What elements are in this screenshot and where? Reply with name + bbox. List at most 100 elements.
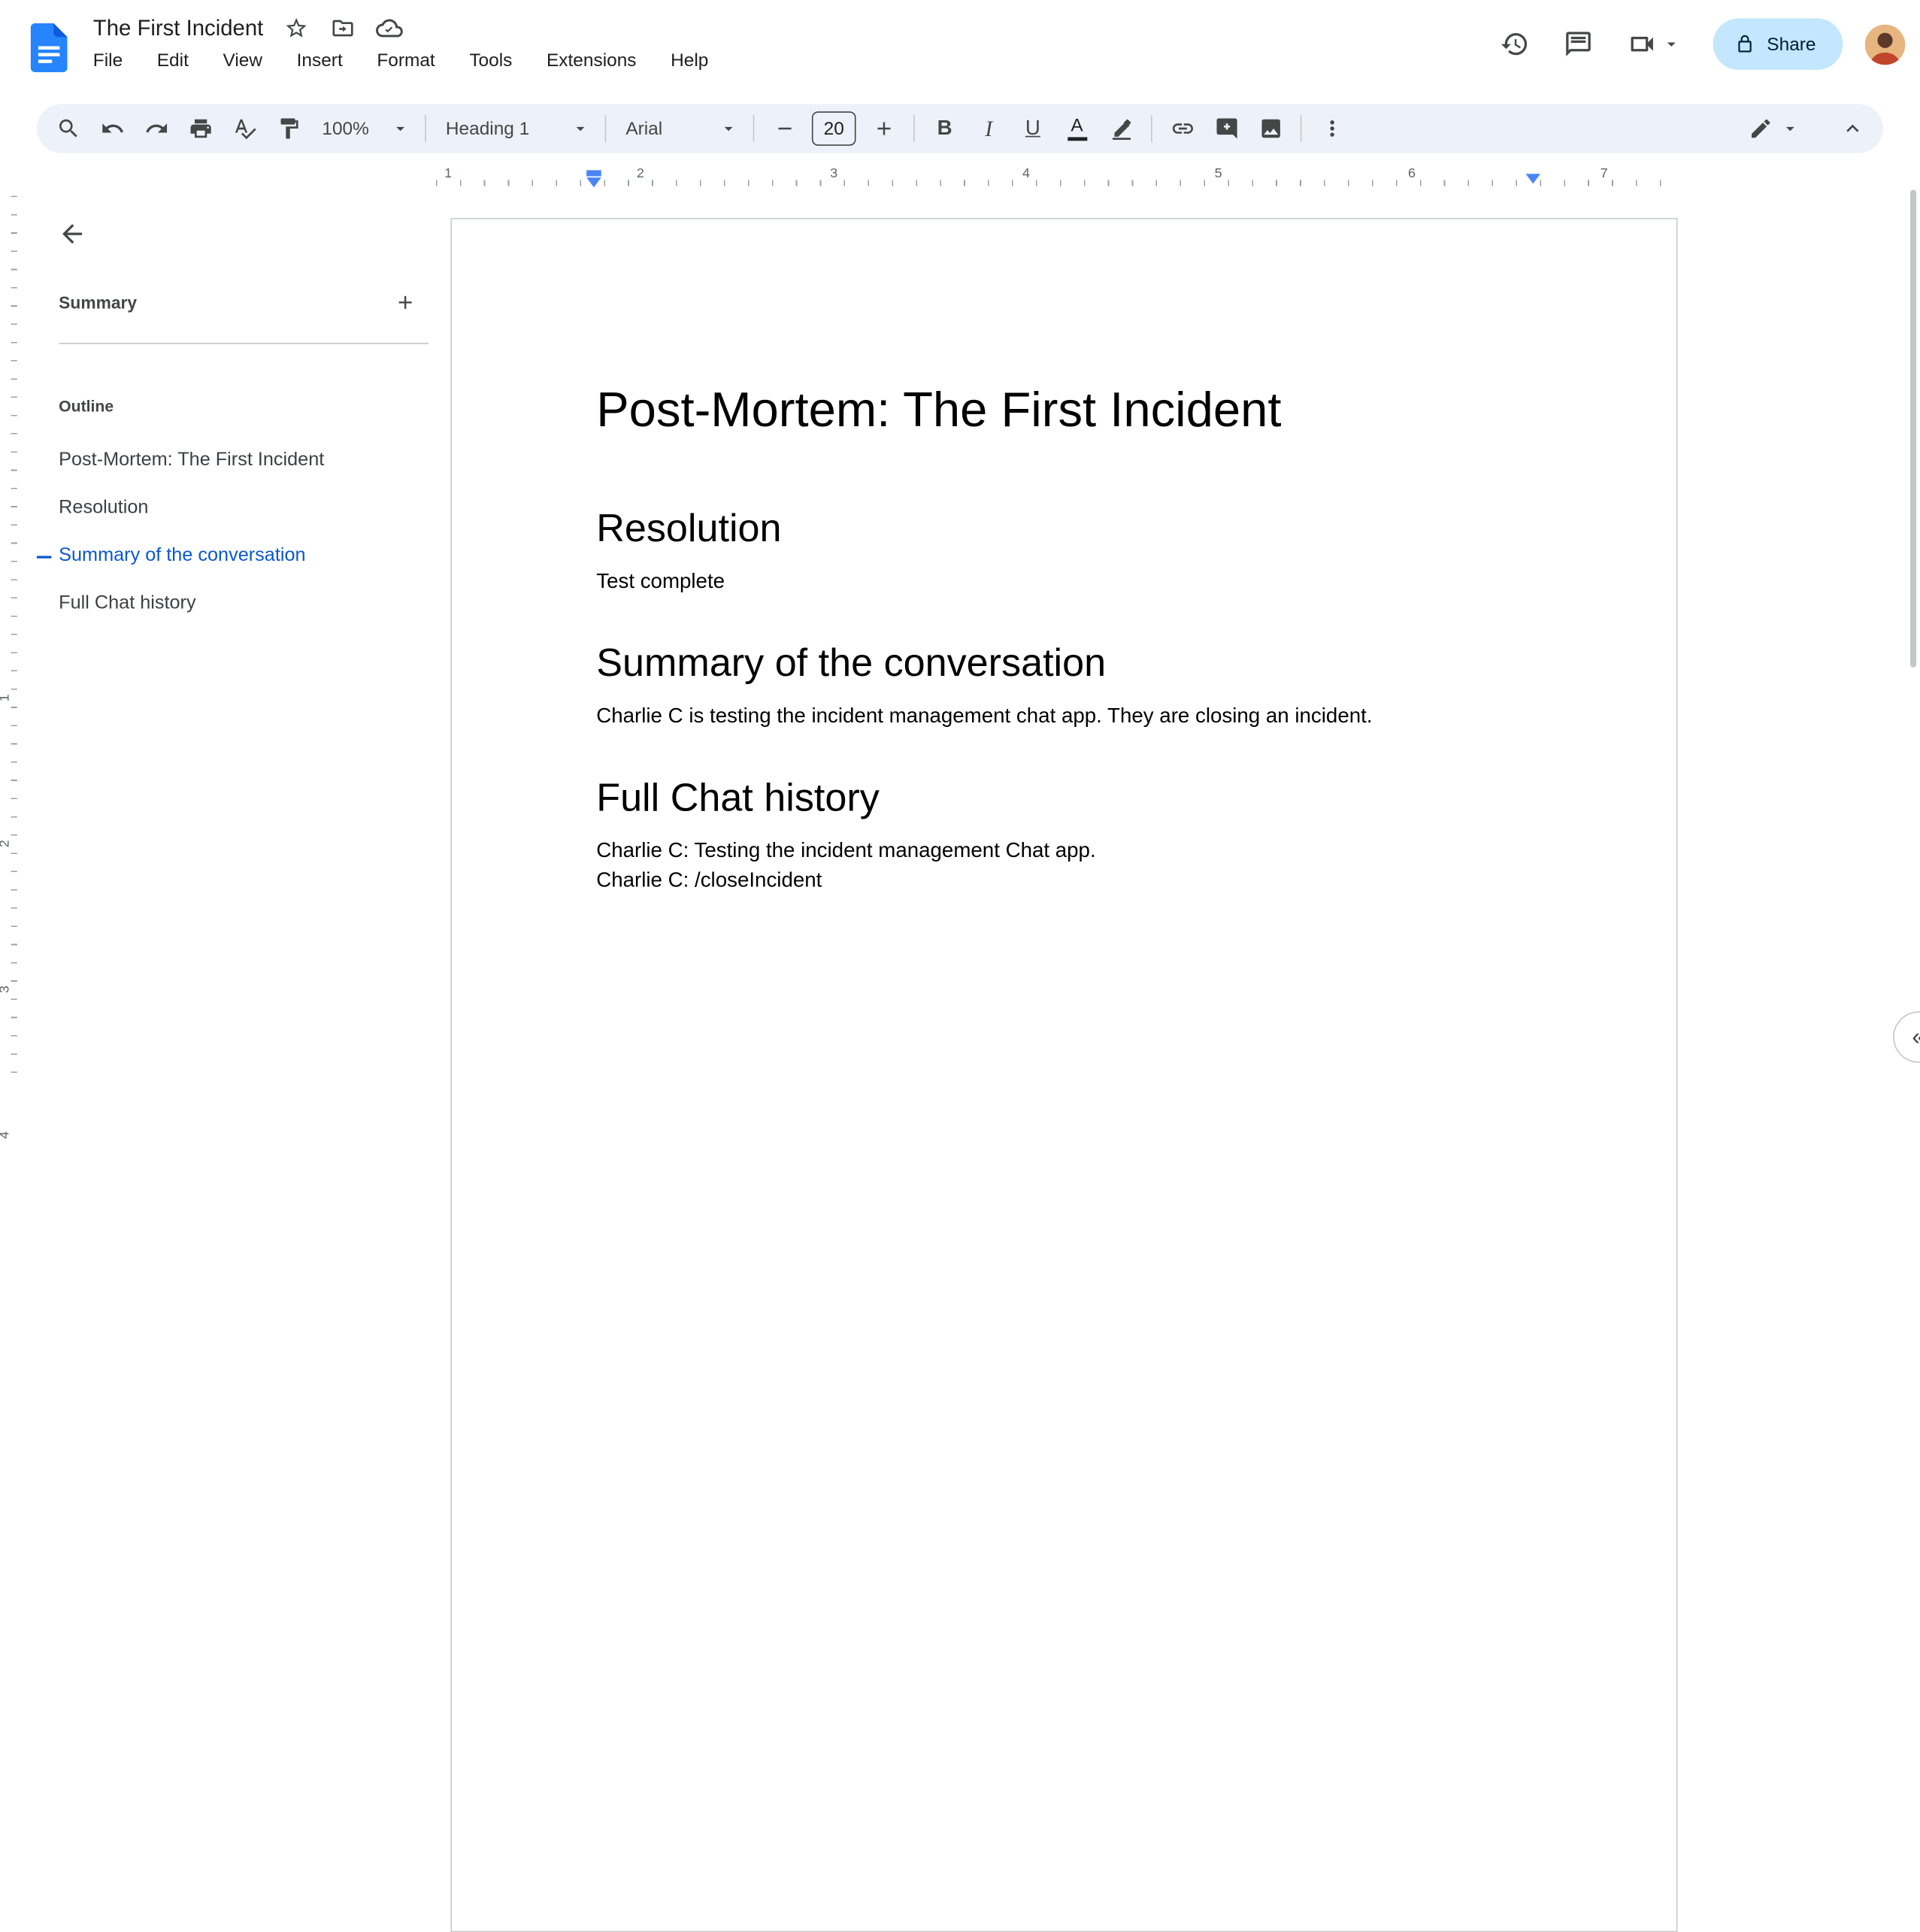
add-summary-icon[interactable] (389, 286, 421, 318)
spellcheck-icon[interactable] (224, 111, 265, 147)
ruler-number: 1 (0, 689, 12, 707)
menu-format[interactable]: Format (366, 48, 447, 75)
outline-item-active[interactable]: Summary of the conversation (35, 531, 429, 580)
insert-link-icon[interactable] (1162, 111, 1203, 147)
decrease-font-size-icon[interactable] (764, 111, 804, 147)
paragraph-style-select[interactable]: Heading 1 (436, 111, 595, 147)
font-family-value: Arial (625, 118, 663, 139)
docs-logo-icon[interactable] (30, 23, 68, 73)
outline-panel: Summary Outline Post-Mortem: The First I… (34, 205, 429, 1076)
vertical-ruler: 1 2 3 4 (0, 195, 25, 1139)
text-color-button[interactable]: A (1057, 111, 1098, 147)
hide-menus-icon[interactable] (1832, 111, 1873, 147)
doc-paragraph[interactable]: Charlie C: Testing the incident manageme… (596, 836, 1531, 865)
meet-call-control (1615, 17, 1681, 71)
increase-font-size-icon[interactable] (863, 111, 904, 147)
toolbar-divider (753, 115, 755, 142)
font-family-select[interactable]: Arial (616, 111, 743, 147)
text-color-swatch (1067, 137, 1087, 141)
editing-mode-select[interactable] (1740, 111, 1800, 147)
ruler-number: 2 (0, 835, 12, 852)
share-button[interactable]: Share (1713, 18, 1843, 70)
doc-paragraph[interactable]: Charlie C is testing the incident manage… (596, 701, 1531, 731)
ruler-number: 2 (636, 166, 644, 182)
text-color-label: A (1071, 114, 1083, 136)
menu-tools[interactable]: Tools (459, 48, 523, 75)
print-icon[interactable] (180, 111, 220, 147)
menu-edit[interactable]: Edit (146, 48, 199, 75)
menu-insert[interactable]: Insert (286, 48, 353, 75)
doc-title[interactable]: Post-Mortem: The First Incident (596, 381, 1531, 440)
star-icon[interactable] (283, 15, 310, 42)
first-line-indent-marker[interactable] (586, 170, 601, 177)
horizontal-ruler: 1 2 3 4 5 6 7 (0, 159, 1920, 194)
zoom-value: 100% (322, 118, 369, 139)
chevron-down-icon (391, 119, 410, 138)
chevron-down-icon (719, 119, 738, 138)
outline-item[interactable]: Full Chat history (35, 579, 429, 627)
menu-view[interactable]: View (212, 48, 274, 75)
ruler-ticks (11, 195, 17, 1076)
bold-button[interactable]: B (925, 111, 965, 147)
ruler-number: 4 (1022, 166, 1030, 182)
version-history-icon[interactable] (1488, 17, 1542, 71)
cloud-saved-icon[interactable] (376, 15, 403, 42)
ruler-number: 6 (1408, 166, 1416, 182)
outline-items: Post-Mortem: The First Incident Resoluti… (35, 436, 429, 627)
panel-divider (59, 343, 429, 344)
underline-button[interactable]: U (1013, 111, 1053, 147)
avatar[interactable] (1864, 23, 1906, 65)
menu-help[interactable]: Help (659, 48, 719, 75)
zoom-select[interactable]: 100% (312, 111, 415, 147)
outline-label: Outline (59, 396, 114, 416)
more-options-icon[interactable] (1311, 111, 1352, 147)
summary-label: Summary (59, 292, 138, 313)
font-size-input[interactable]: 20 (811, 111, 856, 146)
document-page[interactable]: Post-Mortem: The First Incident Resoluti… (450, 217, 1678, 1932)
redo-icon[interactable] (136, 111, 177, 147)
doc-paragraph[interactable]: Test complete (596, 567, 1531, 596)
ruler-number: 7 (1600, 166, 1608, 182)
doc-heading[interactable]: Resolution (596, 503, 1531, 552)
document-title[interactable]: The First Incident (93, 15, 264, 41)
highlight-color-icon[interactable] (1101, 111, 1141, 147)
close-outline-icon[interactable] (54, 216, 91, 253)
summary-section: Summary (59, 286, 421, 318)
ruler-number: 5 (1214, 166, 1222, 182)
doc-heading[interactable]: Full Chat history (596, 773, 1531, 822)
ruler-number: 1 (444, 166, 453, 182)
doc-heading[interactable]: Summary of the conversation (596, 638, 1531, 687)
add-comment-icon[interactable] (1206, 111, 1246, 147)
chevron-double-left-icon[interactable]: « (1893, 1011, 1920, 1063)
pencil-icon (1740, 111, 1781, 147)
italic-button[interactable]: I (968, 111, 1009, 147)
hanging-indent-marker[interactable] (586, 177, 601, 188)
move-folder-icon[interactable] (329, 15, 356, 42)
left-indent-marker[interactable] (586, 170, 601, 188)
chevron-down-icon (571, 119, 590, 138)
undo-icon[interactable] (92, 111, 132, 147)
lock-icon (1735, 35, 1755, 54)
vertical-scrollbar-thumb[interactable] (1909, 189, 1917, 668)
toolbar: 100% Heading 1 Arial 20 B I U A (36, 104, 1884, 153)
menu-file[interactable]: File (82, 48, 134, 75)
underline-label: U (1025, 116, 1040, 140)
toolbar-divider (1151, 115, 1152, 142)
share-button-label: Share (1767, 33, 1816, 55)
outline-item[interactable]: Resolution (35, 483, 429, 531)
insert-image-icon[interactable] (1250, 111, 1291, 147)
toolbar-divider (913, 115, 915, 142)
video-call-dropdown-icon[interactable] (1661, 35, 1681, 54)
menu-extensions[interactable]: Extensions (535, 48, 647, 75)
search-menus-icon[interactable] (48, 111, 89, 147)
outline-item[interactable]: Post-Mortem: The First Incident (35, 436, 429, 484)
header-actions: Share (1488, 17, 1906, 71)
comments-icon[interactable] (1552, 17, 1606, 71)
toolbar-divider (604, 115, 607, 142)
paint-format-icon[interactable] (268, 111, 309, 147)
ruler-number: 4 (0, 1126, 12, 1143)
right-indent-marker[interactable] (1525, 174, 1541, 184)
google-docs-app: The First Incident File Edit View Insert… (0, 0, 1920, 1932)
doc-paragraph[interactable]: Charlie C: /closeIncident (596, 866, 1531, 895)
menu-bar: File Edit View Insert Format Tools Exten… (82, 48, 719, 75)
